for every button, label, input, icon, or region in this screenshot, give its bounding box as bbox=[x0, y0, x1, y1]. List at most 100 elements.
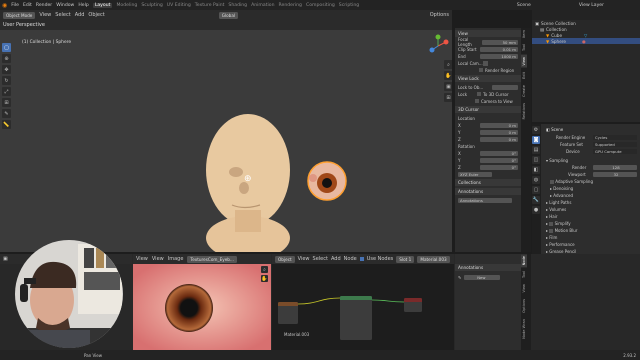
camera-view-icon[interactable]: ▣ bbox=[444, 82, 452, 91]
collection-label[interactable]: Collection bbox=[546, 27, 567, 32]
to-3d-cursor-checkbox[interactable] bbox=[477, 92, 482, 96]
tab-node-view[interactable]: View bbox=[521, 282, 527, 295]
tab-view[interactable]: View bbox=[521, 55, 527, 68]
film-panel[interactable]: Film bbox=[549, 235, 557, 240]
navigation-gizmo-icon[interactable] bbox=[426, 34, 450, 58]
device-dropdown[interactable]: GPU Compute bbox=[593, 149, 637, 154]
motion-blur-checkbox[interactable] bbox=[549, 228, 554, 233]
scene-selector[interactable]: Scene bbox=[517, 3, 531, 8]
image-zoom-icon[interactable]: ⌕ bbox=[261, 266, 268, 273]
cursor-x-field[interactable]: 0 m bbox=[480, 122, 518, 128]
tab-node-wrangler[interactable]: Node Wran bbox=[521, 317, 527, 341]
workspace-tab-compositing[interactable]: Compositing bbox=[306, 3, 335, 8]
cursor-ry-field[interactable]: 0° bbox=[480, 157, 518, 163]
node-tree-type-dropdown[interactable]: Object bbox=[275, 255, 295, 263]
cursor-icon[interactable]: ⊕ bbox=[2, 54, 11, 63]
workspace-tab-layout[interactable]: Layout bbox=[92, 2, 113, 8]
feature-set-dropdown[interactable]: Supported bbox=[593, 142, 637, 147]
workspace-tab-rendering[interactable]: Rendering bbox=[279, 3, 302, 8]
annotation-layer-field[interactable]: Annotations bbox=[458, 197, 512, 203]
collections-header[interactable]: Collections bbox=[455, 179, 521, 186]
scene-properties-icon[interactable]: ◧ bbox=[532, 166, 540, 174]
slot-dropdown[interactable]: Slot 1 bbox=[396, 255, 415, 263]
motion-blur-panel[interactable]: Motion Blur bbox=[555, 228, 578, 233]
simplify-panel[interactable]: Simplify bbox=[555, 221, 571, 226]
render-samples-field[interactable]: 128 bbox=[593, 165, 637, 170]
scale-icon[interactable]: ⤢ bbox=[2, 87, 11, 96]
tab-node-tool[interactable]: Tool bbox=[521, 269, 527, 280]
workspace-tab-animation[interactable]: Animation bbox=[251, 3, 274, 8]
view-layer-icon[interactable]: ◫ bbox=[532, 156, 540, 164]
menu-file[interactable]: File bbox=[11, 3, 19, 8]
view-layer-selector[interactable]: View Layer bbox=[579, 3, 604, 8]
viewport-menu-object[interactable]: Object bbox=[88, 12, 104, 18]
node-annotations-header[interactable]: Annotations bbox=[455, 264, 521, 271]
editor-type-icon[interactable]: ▣ bbox=[3, 256, 8, 262]
hair-panel[interactable]: Hair bbox=[549, 214, 557, 219]
select-box-icon[interactable]: ▢ bbox=[2, 43, 11, 52]
workspace-tab-sculpting[interactable]: Sculpting bbox=[141, 3, 162, 8]
workspace-tab-scripting[interactable]: Scripting bbox=[339, 3, 359, 8]
node-menu-select[interactable]: Select bbox=[313, 256, 328, 262]
image-editor-menu-view2[interactable]: View bbox=[152, 256, 164, 262]
cube-label[interactable]: Cube bbox=[551, 33, 562, 38]
view-section-header[interactable]: View bbox=[455, 30, 521, 37]
cursor-rx-field[interactable]: 0° bbox=[480, 150, 518, 156]
camera-to-view-checkbox[interactable] bbox=[475, 99, 479, 103]
menu-edit[interactable]: Edit bbox=[23, 3, 32, 8]
focal-length-field[interactable]: 50 mm bbox=[482, 39, 518, 45]
transform-icon[interactable]: ⊞ bbox=[2, 98, 11, 107]
workspace-tab-uv-editing[interactable]: UV Editing bbox=[167, 3, 191, 8]
object-properties-icon[interactable]: ▢ bbox=[532, 186, 540, 194]
eyeball-model[interactable] bbox=[306, 160, 348, 202]
workspace-tab-modeling[interactable]: Modeling bbox=[116, 3, 137, 8]
local-camera-checkbox[interactable] bbox=[483, 60, 488, 66]
node-menu-add[interactable]: Add bbox=[331, 256, 341, 262]
render-properties-icon[interactable]: ◙ bbox=[532, 136, 540, 144]
node-menu-view[interactable]: View bbox=[298, 256, 310, 262]
3d-viewport[interactable]: Object Mode View Select Add Object Globa… bbox=[0, 10, 452, 252]
image-editor-menu-image[interactable]: Image bbox=[168, 256, 184, 262]
render-engine-dropdown[interactable]: Cycles bbox=[593, 135, 637, 140]
annotate-icon[interactable]: ✎ bbox=[2, 109, 11, 118]
new-annotation-button[interactable]: New bbox=[464, 274, 501, 280]
viewport-samples-field[interactable]: 32 bbox=[593, 172, 637, 177]
blender-logo-icon[interactable]: ◉ bbox=[2, 2, 7, 9]
node-menu-node[interactable]: Node bbox=[344, 256, 357, 262]
viewport-menu-select[interactable]: Select bbox=[55, 12, 70, 18]
rotate-icon[interactable]: ↻ bbox=[2, 76, 11, 85]
view-lock-header[interactable]: View Lock bbox=[455, 75, 521, 82]
render-region-checkbox[interactable] bbox=[479, 68, 483, 72]
simplify-checkbox[interactable] bbox=[549, 221, 554, 226]
tool-settings-icon[interactable]: ⚙ bbox=[532, 126, 540, 134]
sampling-panel[interactable]: Sampling bbox=[549, 158, 568, 163]
hand-pan-icon[interactable]: ✋ bbox=[444, 71, 452, 80]
tab-edit[interactable]: Edit bbox=[521, 70, 527, 81]
menu-help[interactable]: Help bbox=[78, 3, 88, 8]
clip-end-field[interactable]: 1000 m bbox=[480, 53, 518, 59]
object-mode-dropdown[interactable]: Object Mode bbox=[3, 11, 36, 19]
material-properties-icon[interactable]: ● bbox=[532, 206, 540, 214]
use-nodes-checkbox[interactable] bbox=[359, 257, 364, 261]
advanced-panel[interactable]: Advanced bbox=[553, 193, 573, 198]
volumes-panel[interactable]: Volumes bbox=[549, 207, 566, 212]
cursor-y-field[interactable]: 0 m bbox=[480, 129, 518, 135]
tab-tool[interactable]: Tool bbox=[521, 42, 527, 53]
tab-item[interactable]: Item bbox=[521, 28, 527, 40]
cursor-rz-field[interactable]: 0° bbox=[480, 164, 518, 170]
image-pan-icon[interactable]: ✋ bbox=[261, 275, 268, 282]
orientation-dropdown[interactable]: Global bbox=[218, 11, 239, 19]
measure-icon[interactable]: 📏 bbox=[2, 120, 11, 129]
3d-cursor-header[interactable]: 3D Cursor bbox=[455, 106, 521, 113]
image-editor-menu-view[interactable]: View bbox=[136, 256, 148, 262]
cursor-z-field[interactable]: 0 m bbox=[480, 136, 518, 142]
tab-relations[interactable]: Relations bbox=[521, 101, 527, 122]
zoom-icon[interactable]: ⌕ bbox=[444, 60, 452, 69]
menu-render[interactable]: Render bbox=[36, 3, 52, 8]
clip-start-field[interactable]: 0.01 m bbox=[480, 46, 518, 52]
menu-window[interactable]: Window bbox=[56, 3, 74, 8]
adaptive-sampling-checkbox[interactable] bbox=[550, 179, 554, 184]
output-properties-icon[interactable]: ▤ bbox=[532, 146, 540, 154]
tab-node[interactable]: Node bbox=[521, 254, 527, 268]
image-name-field[interactable]: TexturesCom_Eyeb... bbox=[187, 255, 237, 263]
